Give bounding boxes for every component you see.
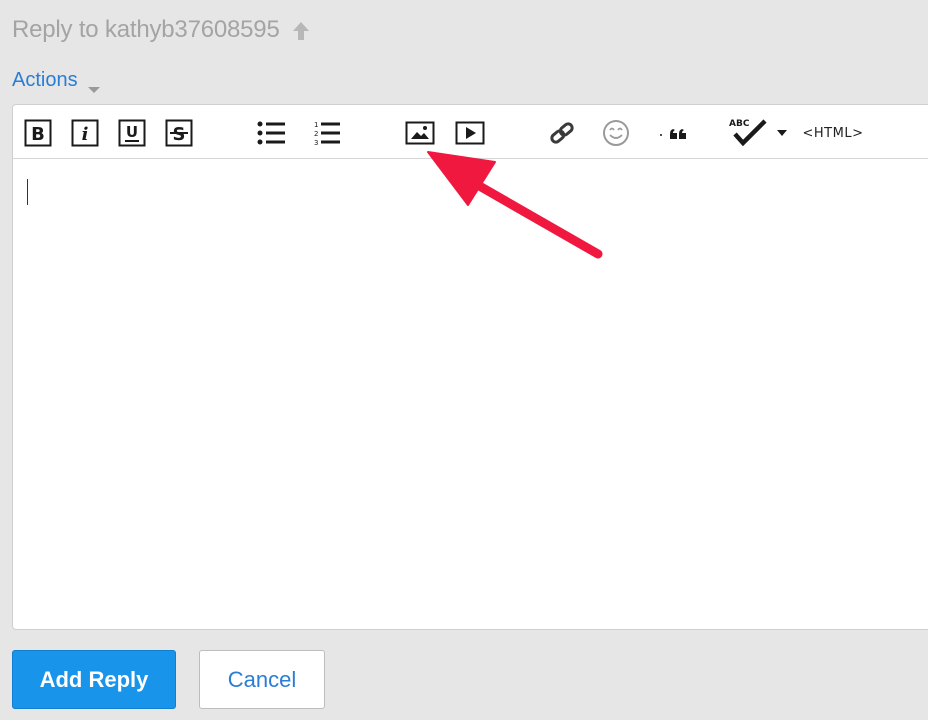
bulleted-list-icon — [257, 121, 285, 145]
insert-video-button[interactable] — [455, 119, 485, 147]
dropdown-arrow-icon — [777, 130, 787, 136]
insert-image-button[interactable] — [405, 119, 435, 147]
cancel-button[interactable]: Cancel — [199, 650, 325, 709]
svg-text:1: 1 — [314, 121, 318, 129]
numbered-list-button[interactable]: 1 2 3 — [311, 119, 341, 147]
editor-body[interactable] — [13, 159, 928, 629]
quote-icon — [660, 129, 686, 139]
bold-icon: B — [24, 119, 52, 147]
italic-icon: i — [71, 119, 99, 147]
quote-button[interactable] — [658, 119, 694, 147]
actions-label: Actions — [12, 69, 78, 91]
spellcheck-icon: ABC — [729, 119, 767, 147]
svg-text:B: B — [31, 124, 45, 145]
add-reply-button[interactable]: Add Reply — [12, 650, 176, 709]
caret-down-icon — [87, 77, 100, 93]
italic-button[interactable]: i — [71, 119, 99, 147]
svg-text:S: S — [173, 124, 186, 145]
text-cursor — [27, 179, 28, 205]
bold-button[interactable]: B — [24, 119, 52, 147]
html-source-button[interactable]: <HTML> — [802, 119, 864, 147]
underline-button[interactable]: U — [118, 119, 146, 147]
svg-text:2: 2 — [314, 130, 318, 138]
rich-text-editor: B i U S 1 2 3 ABC <HTML> — [12, 104, 928, 630]
video-icon — [455, 121, 485, 145]
spellcheck-label: ABC — [729, 119, 750, 129]
underline-icon: U — [118, 119, 146, 147]
svg-text:U: U — [126, 123, 138, 141]
image-icon — [405, 121, 435, 145]
emoji-icon — [603, 120, 629, 146]
html-source-label: <HTML> — [802, 125, 864, 141]
emoji-button[interactable] — [601, 119, 631, 147]
svg-text:i: i — [82, 124, 89, 145]
reply-title-text: Reply to kathyb37608595 — [12, 16, 280, 43]
link-icon — [550, 122, 574, 144]
reply-title: Reply to kathyb37608595 — [12, 16, 310, 44]
spellcheck-button[interactable]: ABC — [727, 119, 769, 147]
strikethrough-button[interactable]: S — [165, 119, 193, 147]
numbered-list-icon: 1 2 3 — [314, 121, 340, 147]
svg-text:3: 3 — [314, 139, 318, 147]
bulleted-list-button[interactable] — [256, 119, 286, 147]
spellcheck-menu-button[interactable] — [775, 119, 789, 147]
insert-link-button[interactable] — [547, 119, 577, 147]
editor-toolbar: B i U S 1 2 3 ABC <HTML> — [13, 105, 928, 159]
actions-menu[interactable]: Actions — [12, 69, 100, 93]
arrow-up-icon[interactable] — [292, 20, 310, 40]
strikethrough-icon: S — [165, 119, 193, 147]
